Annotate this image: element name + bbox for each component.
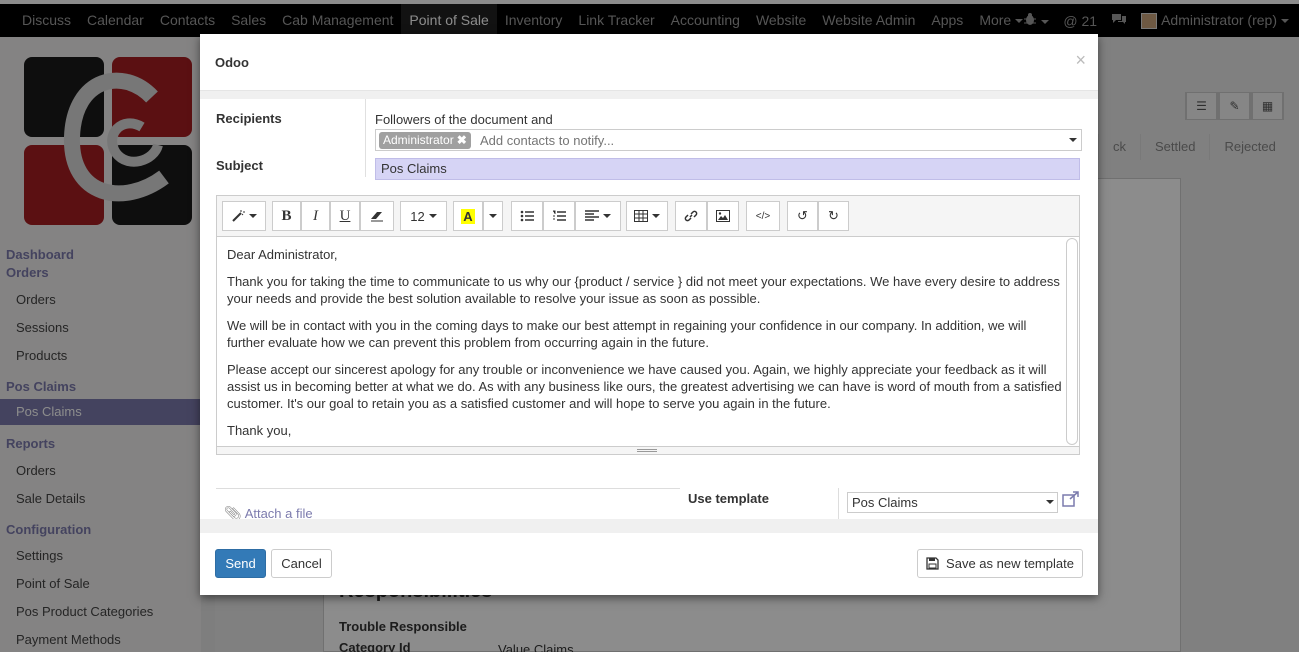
email-body[interactable]: Dear Administrator, Thank you for taking… <box>227 246 1063 449</box>
redo-icon: ↻ <box>828 208 839 223</box>
underline-button[interactable]: U <box>330 201 360 231</box>
code-view-button[interactable]: </> <box>746 201 780 231</box>
dialog-header: Odoo × <box>200 34 1098 91</box>
bold-icon: B <box>281 207 292 224</box>
recipients-label: Recipients <box>216 111 282 126</box>
list-ol-icon <box>553 210 566 221</box>
recipient-tag-label: Administrator <box>383 133 454 147</box>
undo-button[interactable]: ↺ <box>787 201 818 231</box>
image-button[interactable] <box>707 201 739 231</box>
undo-icon: ↺ <box>797 208 808 223</box>
italic-button[interactable]: I <box>301 201 330 231</box>
chevron-down-icon <box>489 214 497 218</box>
paragraph-align-button[interactable] <box>575 201 621 231</box>
font-size-value: 12 <box>410 208 425 224</box>
compose-email-dialog: Odoo × Recipients Followers of the docum… <box>200 34 1098 595</box>
chevron-down-icon <box>249 214 257 218</box>
bold-button[interactable]: B <box>272 201 301 231</box>
label-divider <box>365 99 366 177</box>
table-icon <box>634 210 648 222</box>
italic-icon: I <box>313 207 318 224</box>
body-paragraph: We will be in contact with you in the co… <box>227 318 1027 350</box>
close-icon[interactable]: × <box>1075 50 1086 71</box>
chevron-down-icon[interactable] <box>1069 138 1077 142</box>
underline-icon: U <box>339 207 351 224</box>
template-value: Pos Claims <box>852 495 918 510</box>
dialog-body: Recipients Followers of the document and… <box>200 91 1098 526</box>
editor-resize-handle[interactable] <box>217 446 1079 454</box>
cancel-button[interactable]: Cancel <box>271 549 332 578</box>
use-template-label: Use template <box>688 491 769 506</box>
editor-toolbar: B I U 12 A </> ↺ ↻ <box>217 196 1079 237</box>
clear-format-button[interactable] <box>360 201 394 231</box>
recipients-field[interactable]: Administrator ✖ <box>375 129 1082 151</box>
dialog-title: Odoo <box>215 55 249 70</box>
font-size-dropdown[interactable]: 12 <box>400 201 447 231</box>
magic-wand-icon <box>232 210 245 222</box>
recipient-tag: Administrator ✖ <box>379 132 471 149</box>
body-paragraph: Dear Administrator, <box>227 247 338 262</box>
picture-icon <box>716 210 730 222</box>
chevron-down-icon <box>603 214 611 218</box>
chevron-down-icon <box>652 214 660 218</box>
editor-scrollbar[interactable] <box>1066 238 1078 445</box>
chevron-down-icon <box>1046 500 1054 504</box>
code-icon: </> <box>755 210 771 222</box>
recipients-input[interactable] <box>480 131 1040 149</box>
style-button[interactable] <box>222 201 266 231</box>
ordered-list-button[interactable] <box>543 201 575 231</box>
font-color-dropdown[interactable] <box>483 201 503 231</box>
body-paragraph: Please accept our sincerest apology for … <box>227 362 1062 411</box>
save-as-template-button[interactable]: Save as new template <box>917 549 1083 578</box>
chevron-down-icon <box>428 214 437 218</box>
list-ul-icon <box>520 210 534 222</box>
body-paragraph: Thank you for taking the time to communi… <box>227 274 1060 306</box>
html-editor: B I U 12 A </> ↺ ↻ Dear Administrator, T… <box>216 195 1080 455</box>
followers-text: Followers of the document and <box>375 112 553 127</box>
floppy-disk-icon <box>926 557 939 570</box>
save-template-label: Save as new template <box>946 556 1074 571</box>
grip-icon <box>637 449 657 452</box>
subject-input[interactable]: Pos Claims <box>375 158 1080 180</box>
remove-tag-icon[interactable]: ✖ <box>457 133 467 147</box>
subject-label: Subject <box>216 158 263 173</box>
external-link-icon[interactable] <box>1062 491 1080 507</box>
align-left-icon <box>585 210 599 221</box>
link-button[interactable] <box>675 201 707 231</box>
send-button[interactable]: Send <box>215 549 266 578</box>
template-select[interactable]: Pos Claims <box>847 492 1058 513</box>
attach-divider <box>216 488 680 489</box>
dialog-footer: Send Cancel Save as new template <box>200 519 1098 595</box>
link-icon <box>684 210 698 222</box>
table-button[interactable] <box>626 201 668 231</box>
font-color-button[interactable]: A <box>453 201 483 231</box>
eraser-icon <box>371 212 383 222</box>
font-color-icon: A <box>461 208 475 224</box>
redo-button[interactable]: ↻ <box>818 201 849 231</box>
body-paragraph: Thank you, <box>227 423 292 438</box>
unordered-list-button[interactable] <box>511 201 543 231</box>
